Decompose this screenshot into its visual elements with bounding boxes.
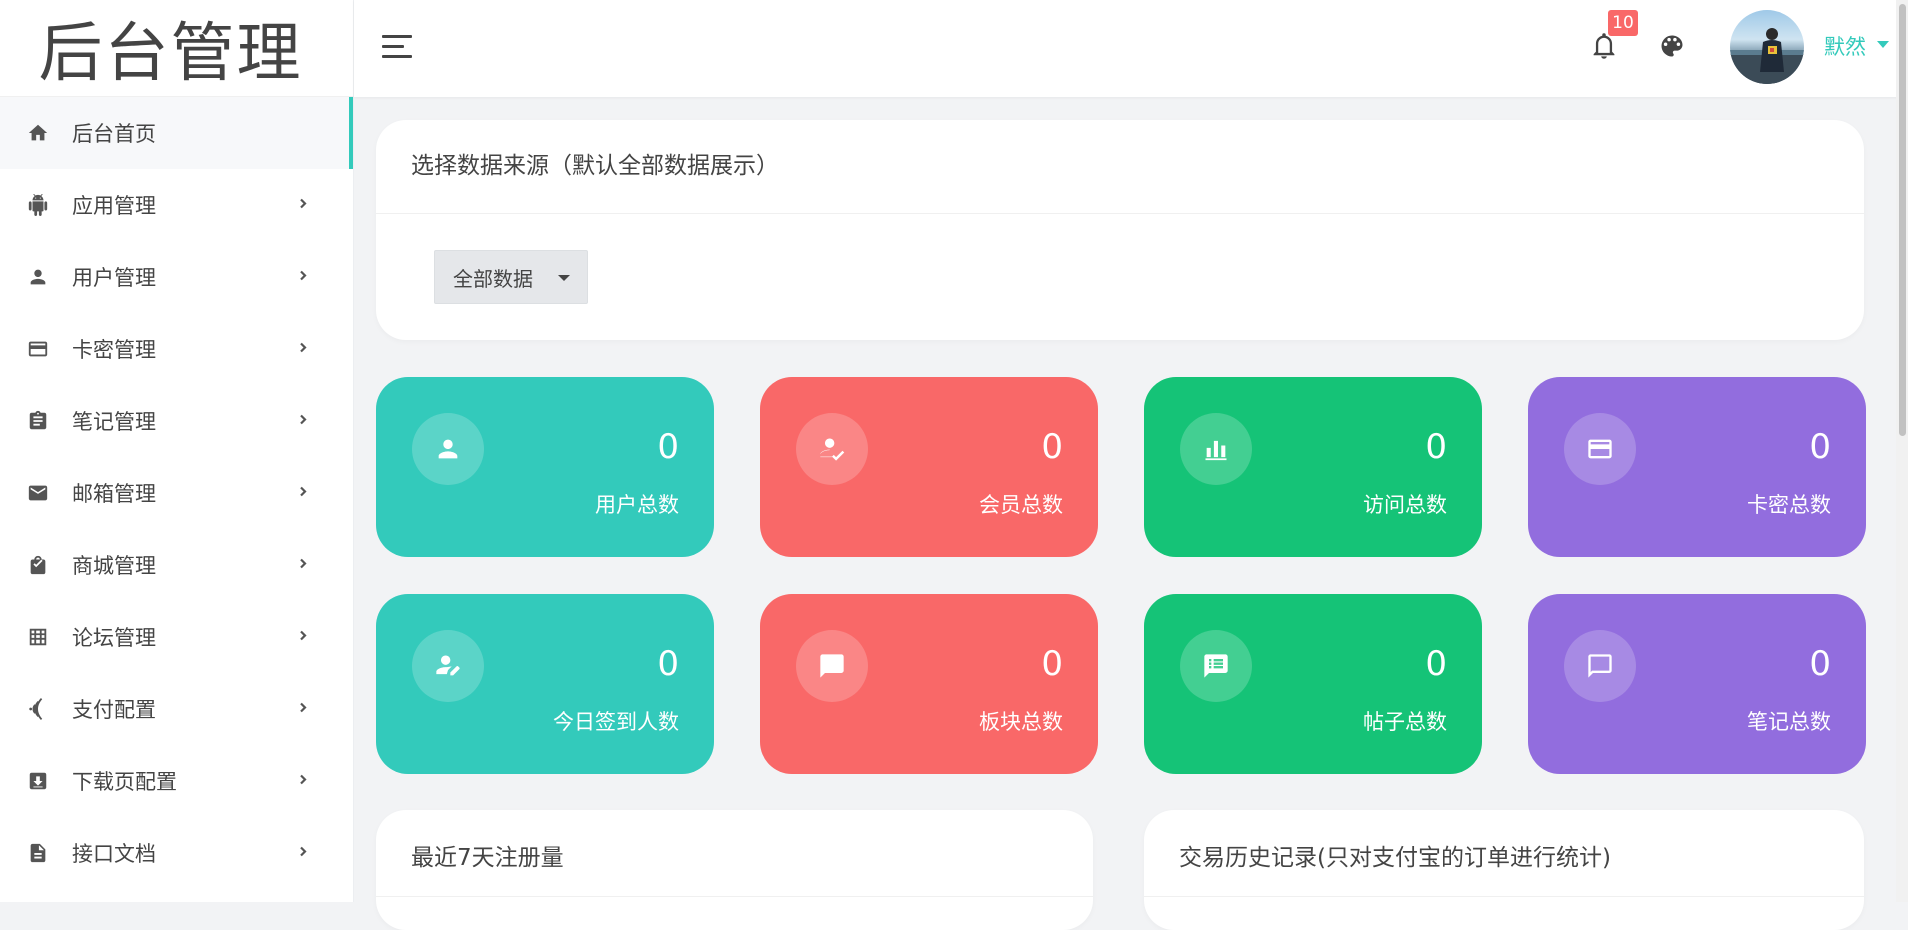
home-icon: [26, 121, 50, 145]
chevron-right-icon: [296, 412, 310, 431]
stat-value: 0: [1809, 427, 1831, 467]
chevron-right-icon: [296, 700, 310, 719]
sidebar-item-notes[interactable]: 笔记管理: [0, 385, 353, 457]
sidebar-item-apps[interactable]: 应用管理: [0, 169, 353, 241]
top-header: 10 默然: [354, 0, 1908, 97]
chevron-right-icon: [296, 844, 310, 863]
download-box-icon: [26, 769, 50, 793]
sidebar-item-label: 邮箱管理: [72, 482, 156, 506]
chevron-right-icon: [296, 556, 310, 575]
caret-down-icon: [558, 275, 570, 281]
shopping-bag-icon: [26, 553, 50, 577]
sidebar-item-label: 支付配置: [72, 698, 156, 722]
sidebar-menu: 后台首页 应用管理 用户管理 卡密管理 笔记管理 邮箱管理 商城管理 论坛管理 …: [0, 97, 353, 889]
sidebar-item-shop[interactable]: 商城管理: [0, 529, 353, 601]
stat-value: 0: [657, 644, 679, 684]
stat-card-visits: 0 访问总数: [1144, 377, 1482, 557]
stat-value: 0: [1041, 644, 1063, 684]
dropdown-label: 全部数据: [453, 266, 533, 291]
stat-card-notes: 0 笔记总数: [1528, 594, 1866, 774]
stat-card-checkins: 0 今日签到人数: [376, 594, 714, 774]
brand-title: 后台管理: [0, 0, 353, 97]
notification-count-badge: 10: [1608, 10, 1638, 36]
stat-label: 帖子总数: [1363, 710, 1447, 734]
sidebar-item-dashboard[interactable]: 后台首页: [0, 97, 353, 169]
stat-label: 访问总数: [1363, 493, 1447, 517]
nfc-icon: [26, 697, 50, 721]
chevron-right-icon: [296, 628, 310, 647]
stat-label: 板块总数: [979, 710, 1063, 734]
caret-down-icon[interactable]: [1877, 41, 1889, 48]
message-text-icon: [1180, 630, 1252, 702]
card-icon: [26, 337, 50, 361]
menu-toggle-icon[interactable]: [382, 33, 414, 61]
message-outline-icon: [1564, 630, 1636, 702]
stat-value: 0: [1425, 427, 1447, 467]
data-source-dropdown[interactable]: 全部数据: [434, 250, 588, 304]
mail-icon: [26, 481, 50, 505]
stat-card-posts: 0 帖子总数: [1144, 594, 1482, 774]
stat-card-cards: 0 卡密总数: [1528, 377, 1866, 557]
sidebar: 后台管理 后台首页 应用管理 用户管理 卡密管理 笔记管理 邮箱管理 商城管理 …: [0, 0, 354, 902]
stat-label: 卡密总数: [1747, 493, 1831, 517]
stat-value: 0: [1809, 644, 1831, 684]
divider: [376, 896, 1093, 897]
chevron-right-icon: [296, 772, 310, 791]
sidebar-item-download-page[interactable]: 下载页配置: [0, 745, 353, 817]
stat-card-members: 0 会员总数: [760, 377, 1098, 557]
registrations-panel: 最近7天注册量: [376, 810, 1093, 930]
sidebar-item-payment[interactable]: 支付配置: [0, 673, 353, 745]
transactions-title: 交易历史记录(只对支付宝的订单进行统计): [1179, 845, 1611, 871]
sidebar-item-label: 下载页配置: [72, 770, 177, 794]
chevron-right-icon: [296, 484, 310, 503]
data-source-title: 选择数据来源（默认全部数据展示）: [411, 153, 779, 179]
username[interactable]: 默然: [1824, 31, 1866, 61]
stat-value: 0: [1041, 427, 1063, 467]
divider: [376, 213, 1864, 214]
registrations-title: 最近7天注册量: [411, 845, 564, 871]
stat-label: 会员总数: [979, 493, 1063, 517]
stat-card-boards: 0 板块总数: [760, 594, 1098, 774]
user-check-icon: [796, 413, 868, 485]
clipboard-icon: [26, 409, 50, 433]
stat-label: 笔记总数: [1747, 710, 1831, 734]
stat-card-users: 0 用户总数: [376, 377, 714, 557]
message-icon: [796, 630, 868, 702]
stat-label: 用户总数: [595, 493, 679, 517]
stat-value: 0: [1425, 644, 1447, 684]
chevron-right-icon: [296, 196, 310, 215]
sidebar-item-label: 论坛管理: [72, 626, 156, 650]
bell-icon[interactable]: [1590, 31, 1620, 65]
divider: [1144, 896, 1864, 897]
stat-value: 0: [657, 427, 679, 467]
chevron-right-icon: [296, 340, 310, 359]
sidebar-item-api-docs[interactable]: 接口文档: [0, 817, 353, 889]
sidebar-item-label: 应用管理: [72, 194, 156, 218]
sidebar-item-users[interactable]: 用户管理: [0, 241, 353, 313]
transactions-panel: 交易历史记录(只对支付宝的订单进行统计): [1144, 810, 1864, 930]
sidebar-item-label: 卡密管理: [72, 338, 156, 362]
data-source-card: 选择数据来源（默认全部数据展示） 全部数据: [376, 120, 1864, 340]
chevron-right-icon: [296, 268, 310, 287]
user-icon: [26, 265, 50, 289]
grid-table-icon: [26, 625, 50, 649]
sidebar-item-label: 接口文档: [72, 842, 156, 866]
sidebar-item-label: 笔记管理: [72, 410, 156, 434]
sidebar-item-forum[interactable]: 论坛管理: [0, 601, 353, 673]
document-icon: [26, 841, 50, 865]
sidebar-item-label: 商城管理: [72, 554, 156, 578]
stat-label: 今日签到人数: [553, 710, 679, 734]
sidebar-item-cards[interactable]: 卡密管理: [0, 313, 353, 385]
palette-icon[interactable]: [1658, 32, 1688, 62]
scrollbar-thumb[interactable]: [1899, 4, 1906, 436]
user-edit-icon: [412, 630, 484, 702]
sidebar-item-label: 用户管理: [72, 266, 156, 290]
sidebar-item-mail[interactable]: 邮箱管理: [0, 457, 353, 529]
bar-chart-icon: [1180, 413, 1252, 485]
avatar[interactable]: [1730, 10, 1804, 84]
card-icon: [1564, 413, 1636, 485]
sidebar-item-label: 后台首页: [72, 122, 156, 146]
user-icon: [412, 413, 484, 485]
android-icon: [26, 193, 50, 217]
